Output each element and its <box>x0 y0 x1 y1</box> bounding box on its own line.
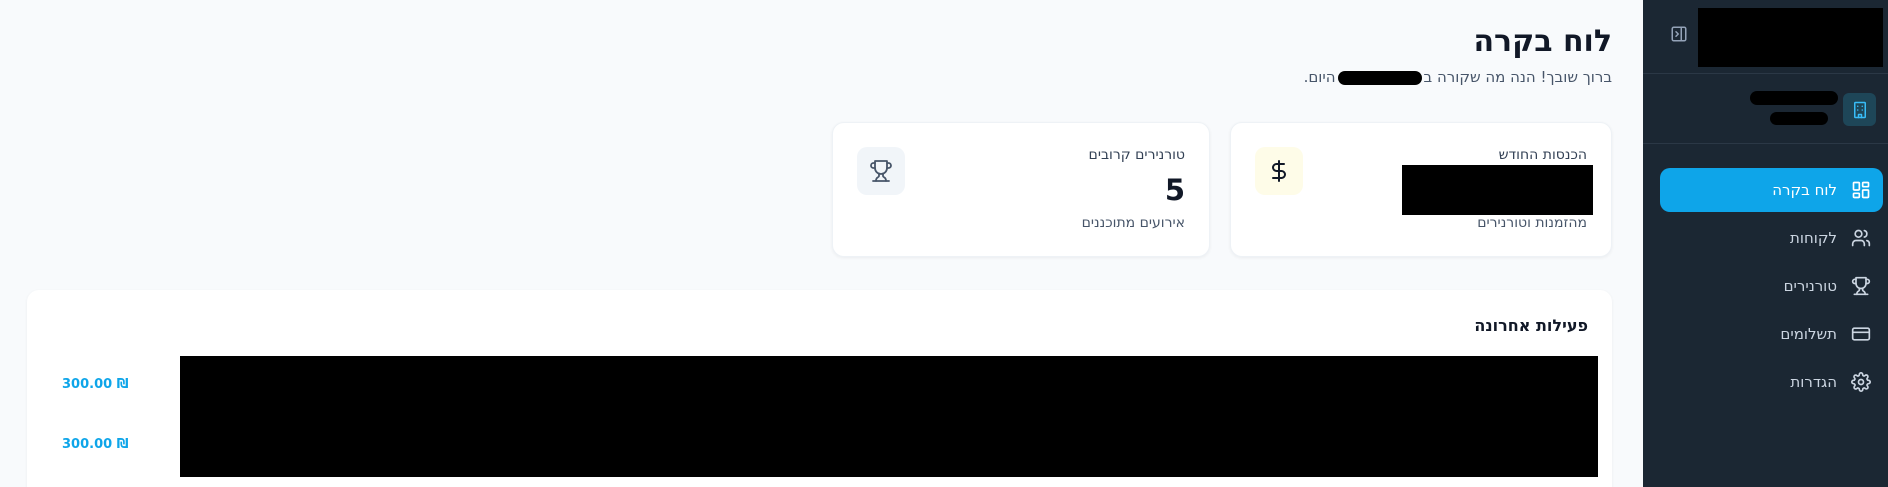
dashboard-icon <box>1851 180 1871 200</box>
sidebar-item-dashboard[interactable]: לוח בקרה <box>1660 168 1883 212</box>
sidebar: לוח בקרה לקוחות טורנירים תשלומים הגדרות <box>1643 0 1888 487</box>
trophy-icon <box>857 147 905 195</box>
activity-amount: 300.00 ₪ <box>62 437 129 452</box>
redacted-org-name <box>1337 70 1422 85</box>
page-subtitle: ברוך שובך! הנה מה שקורה ב היום. <box>1304 68 1612 86</box>
revenue-description: מהזמנות וטורנירים <box>1477 215 1587 231</box>
sidebar-item-label: תשלומים <box>1780 325 1837 343</box>
tournaments-card: טורנירים קרובים 5 אירועים מתוכננים <box>832 122 1210 257</box>
users-icon <box>1851 228 1871 248</box>
credit-card-icon <box>1851 324 1871 344</box>
activity-amount: 300.00 ₪ <box>62 377 129 392</box>
page-title: לוח בקרה <box>1473 24 1612 59</box>
sidebar-item-payments[interactable]: תשלומים <box>1660 312 1883 356</box>
sidebar-item-label: לקוחות <box>1790 229 1837 247</box>
sidebar-item-customers[interactable]: לקוחות <box>1660 216 1883 260</box>
sidebar-nav: לוח בקרה לקוחות טורנירים תשלומים הגדרות <box>1660 168 1883 408</box>
sidebar-item-tournaments[interactable]: טורנירים <box>1660 264 1883 308</box>
subtitle-text-end: היום. <box>1303 68 1336 86</box>
main-content: לוח בקרה ברוך שובך! הנה מה שקורה בהיום. … <box>0 0 1643 487</box>
sidebar-item-label: הגדרות <box>1790 373 1837 391</box>
tournaments-value: 5 <box>1164 173 1185 207</box>
building-icon <box>1843 93 1876 126</box>
sidebar-item-label: טורנירים <box>1783 277 1837 295</box>
revenue-card: הכנסות החודש מהזמנות וטורנירים <box>1230 122 1612 257</box>
activity-title: פעילות אחרונה <box>1474 316 1588 335</box>
revenue-label: הכנסות החודש <box>1498 147 1587 163</box>
organization-switcher[interactable] <box>1643 74 1888 144</box>
sidebar-toggle-icon[interactable] <box>1669 24 1689 44</box>
tournaments-label: טורנירים קרובים <box>1088 147 1185 163</box>
sidebar-item-settings[interactable]: הגדרות <box>1660 360 1883 404</box>
activity-list-redacted <box>180 356 1598 477</box>
trophy-icon <box>1851 276 1871 296</box>
subtitle-text-start: ברוך שובך! הנה מה שקורה ב <box>1423 68 1612 86</box>
dollar-icon <box>1255 147 1303 195</box>
sidebar-header <box>1643 0 1888 74</box>
revenue-value-redacted <box>1402 165 1593 215</box>
recent-activity-panel: פעילות אחרונה 300.00 ₪ 300.00 ₪ <box>27 290 1612 487</box>
logo-redacted <box>1698 8 1883 67</box>
org-subtitle-redacted <box>1770 112 1828 125</box>
tournaments-description: אירועים מתוכננים <box>1081 215 1185 231</box>
settings-icon <box>1851 372 1871 392</box>
sidebar-item-label: לוח בקרה <box>1772 181 1837 199</box>
org-name-redacted <box>1750 91 1838 105</box>
